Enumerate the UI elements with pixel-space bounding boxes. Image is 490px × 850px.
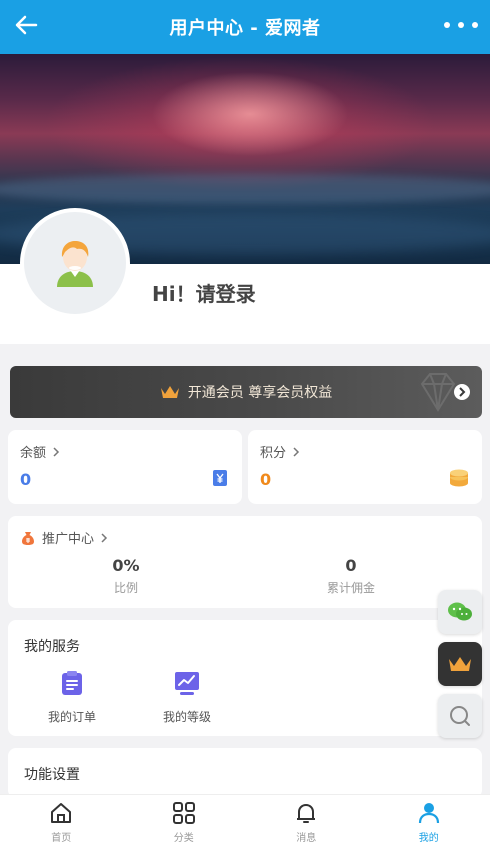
vip-float-button[interactable] [438,642,482,686]
balance-value: 0 [20,470,32,489]
ratio-value: 0% [112,556,140,575]
points-card[interactable]: 积分 0 [248,430,482,504]
bottom-tab-bar: 首页 分类 消息 我的 [0,794,490,850]
money-bag-icon [22,531,34,545]
grid-icon [172,802,195,824]
user-icon [418,803,439,824]
my-services-card: 我的服务 我的订单 我的等级 [8,620,482,736]
chevron-right-icon [454,384,470,400]
bell-icon [297,804,316,823]
promotion-center-card[interactable]: 推广中心 0% 比例 0 累计佣金 [8,516,482,608]
commission-label: 累计佣金 [326,581,375,595]
services-title: 我的服务 [24,639,80,655]
settings-title: 功能设置 [24,767,80,783]
service-my-level[interactable]: 我的等级 [147,670,227,725]
home-icon [51,803,72,823]
login-prompt[interactable]: Hi！请登录 [152,278,256,307]
avatar[interactable] [20,208,130,318]
search-icon [450,706,470,726]
function-settings-card: 功能设置 [8,748,482,798]
commission-value: 0 [345,556,357,575]
commission-ratio: 0% 比例 [26,556,226,596]
back-arrow-icon[interactable] [12,10,42,40]
tab-home[interactable]: 首页 [0,795,123,850]
balance-title: 余额 [20,442,62,461]
points-title: 积分 [260,442,302,461]
clipboard-icon [62,671,82,695]
ratio-label: 比例 [113,581,138,595]
tab-mine[interactable]: 我的 [368,795,490,850]
vip-membership-banner[interactable]: 开通会员 尊享会员权益 [10,366,482,418]
tab-category[interactable]: 分类 [123,795,246,850]
crown-icon [449,657,471,671]
wechat-float-button[interactable] [438,590,482,634]
search-float-button[interactable] [438,694,482,738]
total-commission: 0 累计佣金 [251,556,451,596]
tab-messages[interactable]: 消息 [245,795,368,850]
chart-icon [175,672,199,695]
points-value: 0 [260,470,272,489]
wallet-yen-icon [210,468,230,492]
default-avatar-icon [57,241,93,287]
wechat-icon [448,602,472,621]
crown-icon [160,386,179,398]
promotion-title: 推广中心 [20,528,110,547]
service-my-orders[interactable]: 我的订单 [32,670,112,725]
top-bar: 用户中心 - 爱网者 [0,0,490,54]
chevron-right-icon [53,446,60,457]
balance-card[interactable]: 余额 0 [8,430,242,504]
vip-banner-label: 开通会员 尊享会员权益 [187,385,333,401]
chevron-right-icon [101,532,108,543]
page-title: 用户中心 - 爱网者 [169,18,321,39]
chevron-right-icon [293,446,300,457]
more-options-icon[interactable] [444,13,478,37]
coins-icon [448,468,470,492]
